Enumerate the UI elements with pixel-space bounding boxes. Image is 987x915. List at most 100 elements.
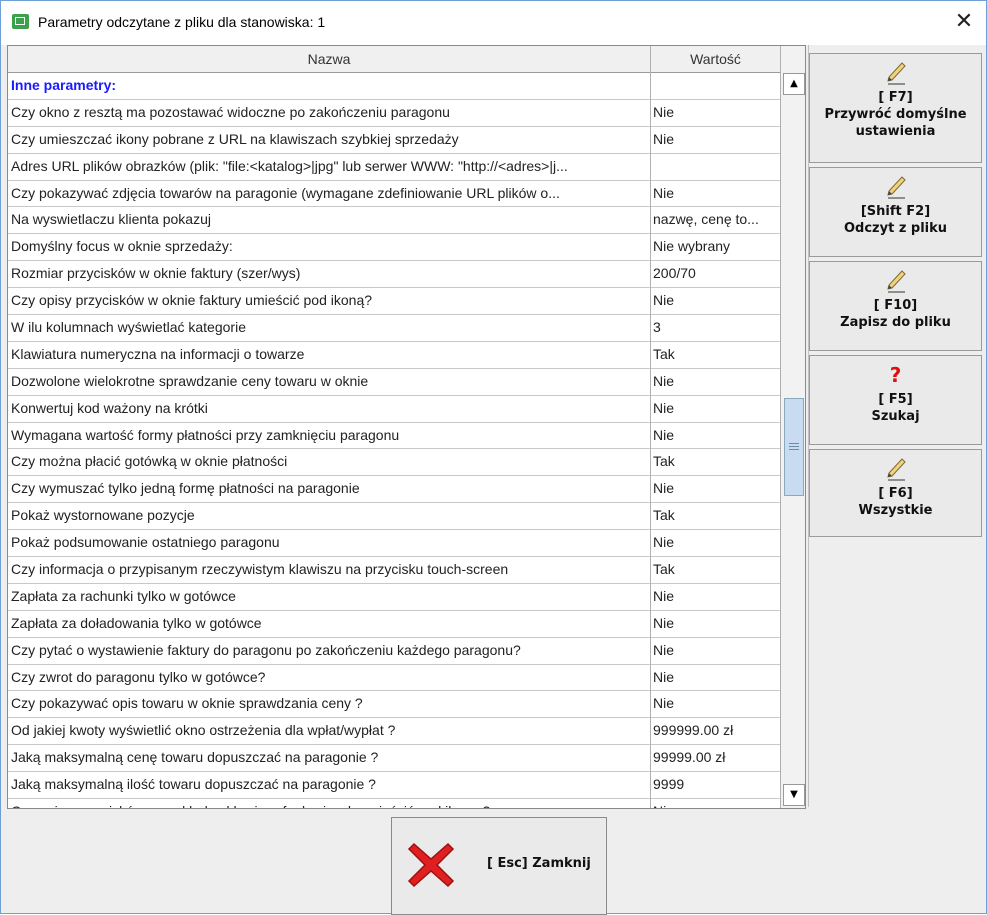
side-button-0[interactable]: [ F7] Przywróć domyślne ustawienia <box>809 53 982 163</box>
pencil-icon <box>885 175 907 199</box>
parameter-name: Zapłata za rachunki tylko w gotówce <box>11 587 236 604</box>
parameter-name: Zapłata za doładowania tylko w gotówce <box>11 614 262 631</box>
table-row[interactable]: Czy pokazywać opis towaru w oknie sprawd… <box>8 691 780 719</box>
table-row[interactable]: Czy pytać o wystawienie faktury do parag… <box>8 638 780 665</box>
parameter-name: Rozmiar przycisków w oknie faktury (szer… <box>11 265 301 282</box>
parameter-value[interactable]: Nie <box>653 530 775 555</box>
side-button-key: [ F10] <box>873 298 918 313</box>
parameter-name: W ilu kolumnach wyświetlać kategorie <box>11 319 246 336</box>
side-button-label: Szukaj <box>871 409 920 424</box>
parameter-value[interactable]: Nie <box>653 423 775 448</box>
table-row[interactable]: Jaką maksymalną cenę towaru dopuszczać n… <box>8 745 780 773</box>
vertical-scrollbar[interactable]: ▲ ▼ <box>780 46 805 808</box>
scroll-grip <box>789 443 799 444</box>
parameter-value[interactable]: 3 <box>653 315 775 340</box>
table-row[interactable]: Czy można płacić gotówką w oknie płatnoś… <box>8 449 780 477</box>
parameter-name: Czy opisy przycisków na zakładce klawisz… <box>11 799 647 808</box>
parameter-name: Wymagana wartość formy płatności przy za… <box>11 426 400 443</box>
table-row[interactable]: Czy umieszczać ikony pobrane z URL na kl… <box>8 127 780 154</box>
side-button-2[interactable]: [ F10] Zapisz do pliku <box>809 261 982 351</box>
column-header-name[interactable]: Nazwa <box>8 46 651 72</box>
parameter-value[interactable]: Nie <box>653 181 775 206</box>
table-row[interactable]: Czy wymuszać tylko jedną formę płatności… <box>8 476 780 504</box>
table-section-row[interactable]: Inne parametry: <box>8 73 780 100</box>
window-close-button[interactable]: ✕ <box>946 5 982 39</box>
parameter-name: Czy pokazywać opis towaru w oknie sprawd… <box>11 695 363 712</box>
table-row[interactable]: Pokaż podsumowanie ostatniego paragonu Ni… <box>8 530 780 558</box>
side-button-panel: [ F7] Przywróć domyślne ustawienia [Shift … <box>808 45 987 807</box>
table-row[interactable]: Wymagana wartość formy płatności przy za… <box>8 423 780 450</box>
parameter-name: Konwertuj kod ważony na krótki <box>11 399 208 416</box>
scroll-thumb[interactable] <box>784 398 804 496</box>
parameter-value[interactable]: Nie wybrany <box>653 234 775 259</box>
column-header-value[interactable]: Wartość <box>651 46 780 72</box>
parameter-value[interactable]: Tak <box>653 557 775 582</box>
parameter-name: Od jakiej kwoty wyświetlić okno ostrzeże… <box>11 722 396 739</box>
parameter-value[interactable] <box>653 154 775 179</box>
parameter-name: Czy opisy przycisków w oknie faktury umi… <box>11 292 373 309</box>
table-row[interactable]: Od jakiej kwoty wyświetlić okno ostrzeże… <box>8 718 780 746</box>
parameters-table: Nazwa Wartość Inne parametry: Czy okno z … <box>7 45 806 809</box>
window-title: Parametry odczytane z pliku dla stanowis… <box>38 14 326 30</box>
parameter-name: Czy umieszczać ikony pobrane z URL na kl… <box>11 130 459 147</box>
parameter-value[interactable] <box>653 73 775 98</box>
table-row[interactable]: Na wyswietlaczu klienta pokazuj nazwę, ce… <box>8 207 780 235</box>
close-button[interactable]: [ Esc] Zamknij <box>391 817 607 915</box>
table-row[interactable]: Czy pokazywać zdjęcia towarów na paragon… <box>8 181 780 208</box>
table-row[interactable]: Czy opisy przycisków w oknie faktury umi… <box>8 288 780 316</box>
table-row[interactable]: Konwertuj kod ważony na krótki Nie <box>8 396 780 423</box>
parameter-value[interactable]: Nie <box>653 611 775 636</box>
app-icon <box>12 14 29 29</box>
parameter-value[interactable]: Nie <box>653 288 775 313</box>
table-row[interactable]: Pokaż wystornowane pozycje Tak <box>8 503 780 531</box>
parameter-value[interactable]: 99999.00 zł <box>653 745 775 770</box>
parameter-value[interactable]: Nie <box>653 100 775 125</box>
parameter-name: Czy informacja o przypisanym rzeczywisty… <box>11 561 509 578</box>
parameter-value[interactable]: 999999.00 zł <box>653 718 775 743</box>
side-button-key: [ F7] <box>878 90 913 105</box>
table-row[interactable]: Dozwolone wielokrotne sprawdzanie ceny t… <box>8 369 780 396</box>
parameter-value[interactable]: nazwę, cenę to... <box>653 207 775 232</box>
parameter-name: Jaką maksymalną cenę towaru dopuszczać n… <box>11 749 379 766</box>
table-row[interactable]: Czy opisy przycisków na zakładce klawisz… <box>8 799 780 808</box>
table-row[interactable]: Adres URL plików obrazków (plik: "file:<… <box>8 154 780 181</box>
table-row[interactable]: W ilu kolumnach wyświetlać kategorie 3 <box>8 315 780 342</box>
parameter-name: Na wyswietlaczu klienta pokazuj <box>11 211 211 228</box>
table-body: Inne parametry: Czy okno z resztą ma pozo… <box>8 73 780 808</box>
parameter-name: Domyślny focus w oknie sprzedaży: <box>11 238 233 255</box>
table-row[interactable]: Zapłata za doładowania tylko w gotówce Ni… <box>8 611 780 638</box>
side-button-1[interactable]: [Shift F2] Odczyt z pliku <box>809 167 982 257</box>
parameter-value[interactable]: Nie <box>653 665 775 690</box>
pencil-icon <box>885 61 907 85</box>
table-row[interactable]: Czy zwrot do paragonu tylko w gotówce? Ni… <box>8 665 780 692</box>
table-row[interactable]: Czy informacja o przypisanym rzeczywisty… <box>8 557 780 584</box>
table-row[interactable]: Rozmiar przycisków w oknie faktury (szer… <box>8 261 780 289</box>
question-icon: ? <box>889 363 902 387</box>
parameter-value[interactable]: Tak <box>653 342 775 367</box>
parameter-value[interactable]: Nie <box>653 799 775 808</box>
parameter-value[interactable]: 9999 <box>653 772 775 797</box>
parameter-value[interactable]: Nie <box>653 127 775 152</box>
side-button-4[interactable]: [ F6] Wszystkie <box>809 449 982 537</box>
table-row[interactable]: Zapłata za rachunki tylko w gotówce Nie <box>8 584 780 611</box>
scroll-down-button[interactable]: ▼ <box>783 784 805 806</box>
parameter-value[interactable]: 200/70 <box>653 261 775 286</box>
parameter-name: Czy zwrot do paragonu tylko w gotówce? <box>11 668 266 685</box>
table-row[interactable]: Jaką maksymalną ilość towaru dopuszczać … <box>8 772 780 800</box>
pencil-icon <box>885 269 907 293</box>
table-row[interactable]: Klawiatura numeryczna na informacji o to… <box>8 342 780 369</box>
parameter-value[interactable]: Nie <box>653 638 775 663</box>
table-row[interactable]: Domyślny focus w oknie sprzedaży: Nie wyb… <box>8 234 780 262</box>
parameter-value[interactable]: Nie <box>653 691 775 716</box>
parameter-value[interactable]: Tak <box>653 449 775 474</box>
scroll-up-button[interactable]: ▲ <box>783 73 805 95</box>
parameter-value[interactable]: Nie <box>653 584 775 609</box>
parameter-value[interactable]: Nie <box>653 369 775 394</box>
side-button-label: Wszystkie <box>858 503 933 518</box>
side-button-3[interactable]: ? [ F5] Szukaj <box>809 355 982 445</box>
column-divider <box>650 46 651 808</box>
parameter-value[interactable]: Nie <box>653 476 775 501</box>
parameter-value[interactable]: Nie <box>653 396 775 421</box>
parameter-value[interactable]: Tak <box>653 503 775 528</box>
table-row[interactable]: Czy okno z resztą ma pozostawać widoczne… <box>8 100 780 127</box>
